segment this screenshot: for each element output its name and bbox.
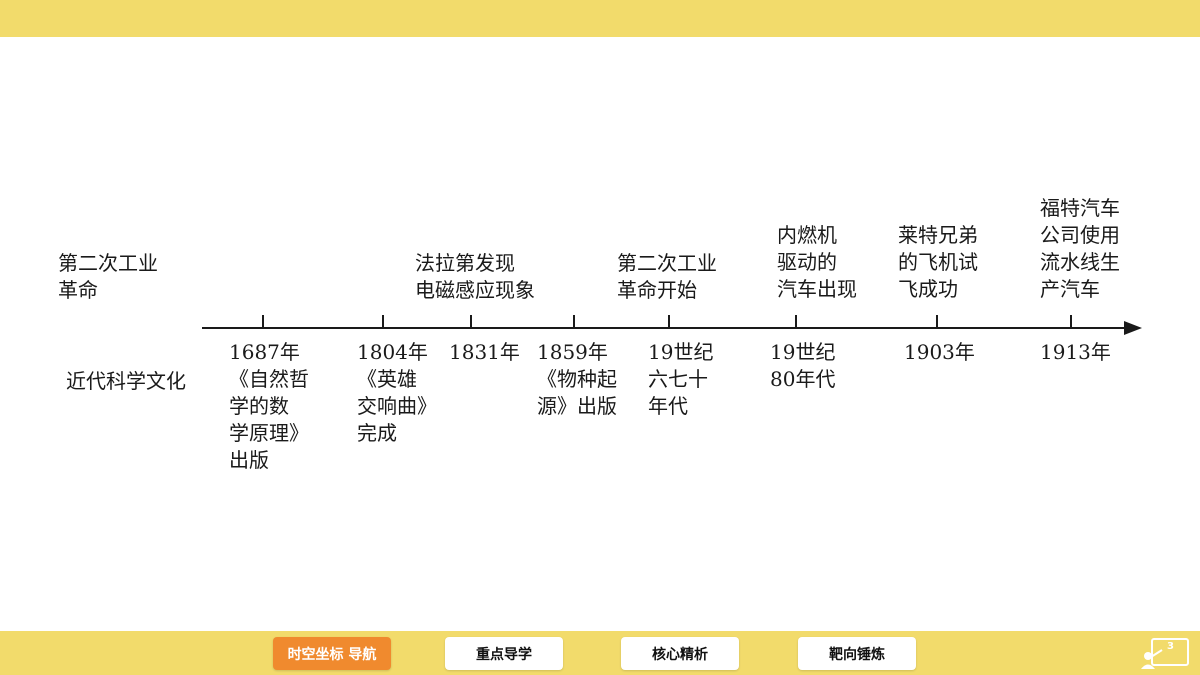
date-1913: 1913年 xyxy=(1040,340,1111,364)
date-1687: 1687年 《自然哲 学的数 学原理》 出版 xyxy=(229,340,309,472)
bottom-nav-bar: 时空坐标 导航 重点导学 核心精析 靶向锤炼 3 xyxy=(0,631,1200,675)
nav-targeted-practice-button[interactable]: 靶向锤炼 xyxy=(798,637,916,670)
teacher-board-icon xyxy=(1141,638,1189,669)
event-faraday-induction: 法拉第发现 电磁感应现象 xyxy=(415,251,535,302)
timeline-arrowhead xyxy=(1124,321,1142,335)
page-number: 3 xyxy=(1167,641,1174,652)
nav-timeline-guide-button[interactable]: 时空坐标 导航 xyxy=(273,637,391,670)
date-1859: 1859年 《物种起 源》出版 xyxy=(537,340,617,418)
date-1831: 1831年 xyxy=(449,340,520,364)
event-combustion-car: 内燃机 驱动的 汽车出现 xyxy=(777,223,857,301)
event-wright-flight: 莱特兄弟 的飞机试 飞成功 xyxy=(898,223,978,301)
date-1870s: 19世纪 六七十 年代 xyxy=(648,340,714,418)
page-indicator: 3 xyxy=(1140,638,1190,670)
event-ford-assembly-line: 福特汽车 公司使用 流水线生 产汽车 xyxy=(1040,196,1120,301)
date-1880s: 19世纪 80年代 xyxy=(770,340,836,391)
nav-core-analysis-button[interactable]: 核心精析 xyxy=(621,637,739,670)
date-1804: 1804年 《英雄 交响曲》 完成 xyxy=(357,340,437,445)
nav-key-study-button[interactable]: 重点导学 xyxy=(445,637,563,670)
date-1903: 1903年 xyxy=(904,340,975,364)
timeline-axis xyxy=(202,315,1142,335)
event-second-revolution-start: 第二次工业 革命开始 xyxy=(617,251,717,302)
